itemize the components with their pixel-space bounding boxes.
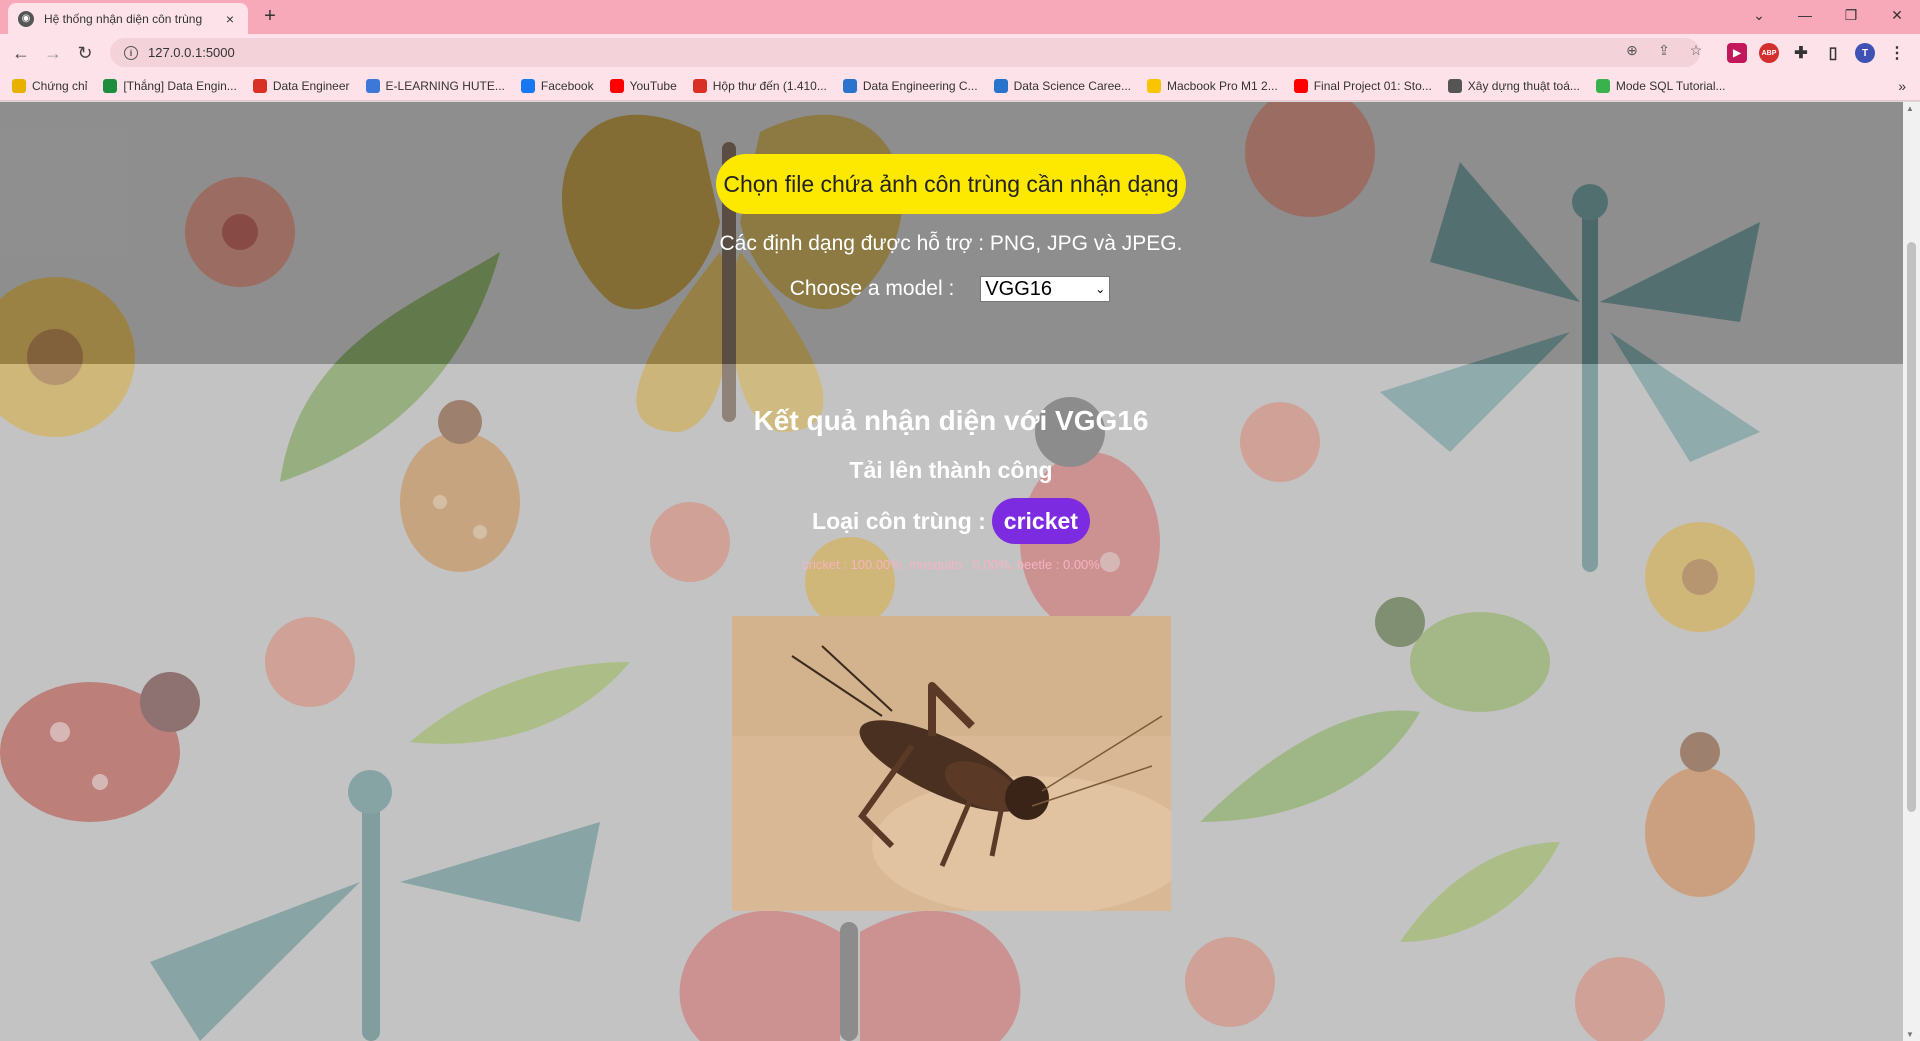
bookmark-label: Data Science Caree... — [1013, 78, 1131, 93]
mode-icon — [1595, 78, 1610, 93]
tab-close-icon[interactable]: × — [222, 11, 238, 27]
bookmark-item[interactable]: Facebook — [520, 78, 594, 93]
adblock-icon[interactable]: ABP — [1759, 43, 1779, 63]
hute-icon — [365, 78, 380, 93]
prediction-row: Loại côn trùng : cricket — [550, 498, 1352, 544]
close-window-icon[interactable]: ✕ — [1874, 0, 1920, 30]
youtube-icon — [1293, 78, 1308, 93]
back-icon[interactable]: ← — [8, 40, 34, 66]
share-icon[interactable]: ⇪ — [1654, 42, 1674, 62]
bookmark-item[interactable]: Final Project 01: Sto... — [1293, 78, 1432, 93]
tab-title: Hệ thống nhận diện côn trùng — [44, 11, 203, 26]
bookmark-label: Data Engineering C... — [862, 78, 978, 93]
bookmarks-more-icon[interactable]: » — [1898, 78, 1906, 94]
probabilities-text: cricket : 100.00%, mosquito : 0.00%, bee… — [802, 557, 1100, 572]
extensions-puzzle-icon[interactable]: ✚ — [1791, 43, 1811, 63]
profile-avatar[interactable]: T — [1855, 43, 1875, 63]
globe-icon: ◉ — [18, 10, 34, 27]
uploaded-cricket-image — [732, 616, 1171, 911]
scroll-down-icon[interactable]: ▼ — [1906, 1030, 1914, 1039]
reload-icon[interactable]: ↻ — [72, 40, 98, 66]
image-icon — [1447, 78, 1462, 93]
bookmark-item[interactable]: Data Engineering C... — [842, 78, 978, 93]
bookmark-item[interactable]: Macbook Pro M1 2... — [1147, 78, 1278, 93]
url-text: 127.0.0.1:5000 — [148, 45, 235, 60]
zoom-icon[interactable]: ⊕ — [1622, 42, 1642, 62]
model-selector-row: Choose a model : VGG16 ⌄ — [700, 276, 1200, 302]
model-select-value: VGG16 — [985, 277, 1052, 300]
model-label: Choose a model : — [789, 277, 955, 300]
bookmark-label: Chứng chỉ — [32, 78, 88, 93]
supported-formats-text: Các định dạng được hỗ trợ : PNG, JPG và … — [719, 232, 1183, 255]
bookmark-label: Mode SQL Tutorial... — [1615, 78, 1726, 93]
browser-toolbar: ← → ↻ i 127.0.0.1:5000 ⊕ ⇪ ☆ — [0, 34, 1920, 71]
bookmark-item[interactable]: Xây dựng thuật toá... — [1447, 78, 1580, 93]
coursera-icon — [993, 78, 1008, 93]
bookmark-label: E-LEARNING HUTE... — [385, 78, 505, 93]
bookmark-item[interactable]: YouTube — [609, 78, 677, 93]
extension-video-icon[interactable]: ▶ — [1727, 43, 1747, 63]
browser-tab[interactable]: ◉ Hệ thống nhận diện côn trùng × — [8, 3, 248, 34]
site-info-icon[interactable]: i — [124, 45, 138, 60]
result-title: Kết quả nhận diện với VGG16 — [753, 405, 1149, 436]
bookmark-item[interactable]: Mode SQL Tutorial... — [1595, 78, 1726, 93]
bookmark-label: Facebook — [540, 78, 594, 93]
prediction-label: Loại côn trùng : — [812, 507, 986, 534]
page-viewport: Chọn file chứa ảnh côn trùng cần nhận dạ… — [0, 102, 1903, 1041]
scroll-up-icon[interactable]: ▲ — [1906, 104, 1914, 113]
gmail-icon — [692, 78, 707, 93]
model-select[interactable]: VGG16 ⌄ — [980, 276, 1111, 302]
youtube-icon — [609, 78, 624, 93]
folder-icon — [12, 78, 26, 93]
bookmark-label: Final Project 01: Sto... — [1313, 78, 1432, 93]
bookmark-label: Macbook Pro M1 2... — [1167, 78, 1278, 93]
restore-icon[interactable]: ❐ — [1828, 0, 1874, 30]
bookmark-item[interactable]: Hộp thư đến (1.410... — [692, 78, 827, 93]
bookmark-label: Hộp thư đến (1.410... — [712, 78, 827, 93]
bookmark-label: Data Engineer — [272, 78, 350, 93]
bookmark-item[interactable]: Data Engineer — [252, 78, 350, 93]
coursera-icon — [842, 78, 857, 93]
upload-status-text: Tải lên thành công — [849, 457, 1053, 483]
side-panel-icon[interactable]: ▯ — [1823, 43, 1843, 63]
tab-bar: ◉ Hệ thống nhận diện côn trùng × + ⌄ — ❐… — [0, 0, 1920, 34]
brush-icon — [252, 78, 267, 93]
bookmark-star-icon[interactable]: ☆ — [1686, 42, 1706, 62]
facebook-icon — [520, 78, 535, 93]
page-scrollbar[interactable]: ▲ ▼ — [1903, 102, 1920, 1041]
bookmark-label: Xây dựng thuật toá... — [1467, 78, 1580, 93]
forward-icon[interactable]: → — [40, 40, 66, 66]
tab-search-icon[interactable]: ⌄ — [1736, 0, 1782, 30]
minimize-icon[interactable]: — — [1782, 0, 1828, 30]
star-icon — [1147, 78, 1161, 93]
bookmark-item[interactable]: Data Science Caree... — [993, 78, 1131, 93]
chevron-down-icon: ⌄ — [1095, 282, 1106, 296]
bookmark-item[interactable]: [Thắng] Data Engin... — [103, 78, 237, 93]
bookmark-label: YouTube — [629, 78, 677, 93]
address-bar[interactable]: i 127.0.0.1:5000 — [110, 38, 1700, 67]
new-tab-button[interactable]: + — [258, 5, 282, 29]
bookmark-label: [Thắng] Data Engin... — [123, 78, 237, 93]
prediction-badge: cricket — [991, 498, 1090, 544]
bookmark-item[interactable]: E-LEARNING HUTE... — [365, 78, 505, 93]
choose-file-button[interactable]: Chọn file chứa ảnh côn trùng cần nhận dạ… — [716, 154, 1186, 214]
browser-menu-icon[interactable]: ⋮ — [1887, 43, 1907, 63]
scrollbar-thumb[interactable] — [1907, 242, 1916, 812]
sheets-icon — [103, 78, 118, 93]
bookmark-item[interactable]: Chứng chỉ — [12, 78, 88, 93]
bookmarks-bar: Chứng chỉ [Thắng] Data Engin... Data Engin… — [0, 71, 1920, 101]
